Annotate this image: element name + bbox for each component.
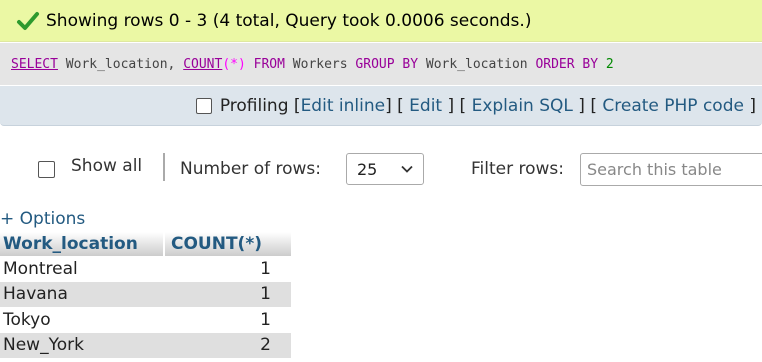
show-all-label: Show all xyxy=(71,156,143,176)
table-row: Montreal 1 xyxy=(0,256,291,282)
success-message: Showing rows 0 - 3 (4 total, Query took … xyxy=(0,0,762,42)
query-tools-bar: Profiling [Edit inline] [ Edit ] [ Expla… xyxy=(0,86,762,126)
table-navigation: Show all Number of rows: 25 Filter rows: xyxy=(0,140,762,198)
create-php-code-link[interactable]: Create PHP code xyxy=(602,96,744,116)
sql-column: Work_location, xyxy=(65,56,176,72)
table-row: New_York 2 xyxy=(0,332,291,358)
filter-rows-label: Filter rows: xyxy=(471,159,565,179)
sql-query: SELECT Work_location, COUNT(*) FROM Work… xyxy=(0,43,762,85)
sql-count-fn: COUNT xyxy=(183,56,223,72)
sql-star: * xyxy=(230,56,238,72)
sql-order-num: 2 xyxy=(605,56,614,72)
bracket-open: [ xyxy=(459,95,467,116)
bracket-open: [ xyxy=(590,95,597,116)
sql-from: FROM xyxy=(253,56,285,72)
success-text: Showing rows 0 - 3 (4 total, Query took … xyxy=(46,10,532,31)
table-cell-count: 2 xyxy=(165,332,291,358)
table-row: Tokyo 1 xyxy=(0,307,291,333)
number-of-rows-label: Number of rows: xyxy=(180,159,321,179)
bracket-close: ] xyxy=(749,95,756,116)
bracket-close: ] xyxy=(385,95,392,116)
bracket-close: ] xyxy=(578,95,585,116)
show-all-checkbox[interactable] xyxy=(38,161,55,178)
bracket-open: [ xyxy=(293,95,301,116)
table-header-row: Work_location COUNT(*) xyxy=(0,232,291,256)
sql-paren-open: ( xyxy=(222,56,231,72)
options-toggle: + Options xyxy=(0,209,85,229)
table-cell-count: 1 xyxy=(165,281,291,307)
table-cell-location: Tokyo xyxy=(0,307,165,333)
filter-rows-input[interactable] xyxy=(580,153,762,186)
sql-order-by: ORDER BY xyxy=(535,56,599,72)
results-table: Work_location COUNT(*) Montreal 1 Havana… xyxy=(0,232,291,358)
table-cell-location: New_York xyxy=(0,332,165,358)
profiling-checkbox[interactable] xyxy=(195,97,212,114)
table-cell-location: Montreal xyxy=(0,256,165,282)
column-header-work-location[interactable]: Work_location xyxy=(0,232,165,256)
success-check-icon xyxy=(17,11,39,30)
sql-table: Workers xyxy=(292,56,348,72)
number-of-rows-select[interactable]: 25 xyxy=(346,153,424,185)
edit-link[interactable]: Edit xyxy=(409,96,442,116)
profiling-label: Profiling xyxy=(219,95,289,116)
sql-group-column: Work_location xyxy=(425,56,528,72)
table-row: Havana 1 xyxy=(0,281,291,307)
explain-sql-link[interactable]: Explain SQL xyxy=(472,96,573,116)
table-cell-count: 1 xyxy=(165,307,291,333)
table-cell-count: 1 xyxy=(165,256,291,282)
options-link[interactable]: + Options xyxy=(0,209,85,229)
column-header-count[interactable]: COUNT(*) xyxy=(165,232,291,256)
divider xyxy=(163,153,165,181)
table-cell-location: Havana xyxy=(0,281,165,307)
sql-paren-close: ) xyxy=(238,56,246,72)
chevron-down-icon xyxy=(401,165,413,173)
sql-select: SELECT xyxy=(11,56,58,72)
sql-group-by: GROUP BY xyxy=(355,56,419,72)
edit-inline-link[interactable]: Edit inline xyxy=(301,96,386,116)
rows-select-value: 25 xyxy=(357,159,378,179)
bracket-close: ] xyxy=(447,95,455,116)
bracket-open: [ xyxy=(397,95,404,116)
